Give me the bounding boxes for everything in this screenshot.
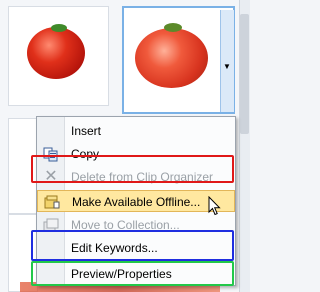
thumbnail-dropdown-button[interactable]: ▼ [220, 10, 234, 112]
clip-thumbnail-1[interactable] [8, 6, 109, 106]
offline-icon [44, 194, 60, 210]
menu-item-insert[interactable]: Insert [37, 120, 235, 142]
tomato-stem [51, 24, 67, 32]
highlight-box-red [31, 155, 234, 183]
tomato-stem [164, 23, 182, 32]
highlight-box-green [31, 261, 234, 286]
highlight-box-blue [31, 230, 234, 261]
tomato-image [135, 28, 208, 88]
scrollbar-thumb[interactable] [240, 14, 249, 134]
chevron-down-icon: ▼ [223, 62, 231, 71]
mouse-cursor-icon [208, 195, 222, 221]
tomato-image [27, 27, 85, 79]
menu-item-label: Insert [71, 124, 102, 138]
menu-item-make-available-offline[interactable]: Make Available Offline... [37, 190, 235, 212]
menu-item-label: Make Available Offline... [72, 195, 201, 209]
clip-thumbnail-2[interactable]: ▼ [122, 6, 235, 114]
